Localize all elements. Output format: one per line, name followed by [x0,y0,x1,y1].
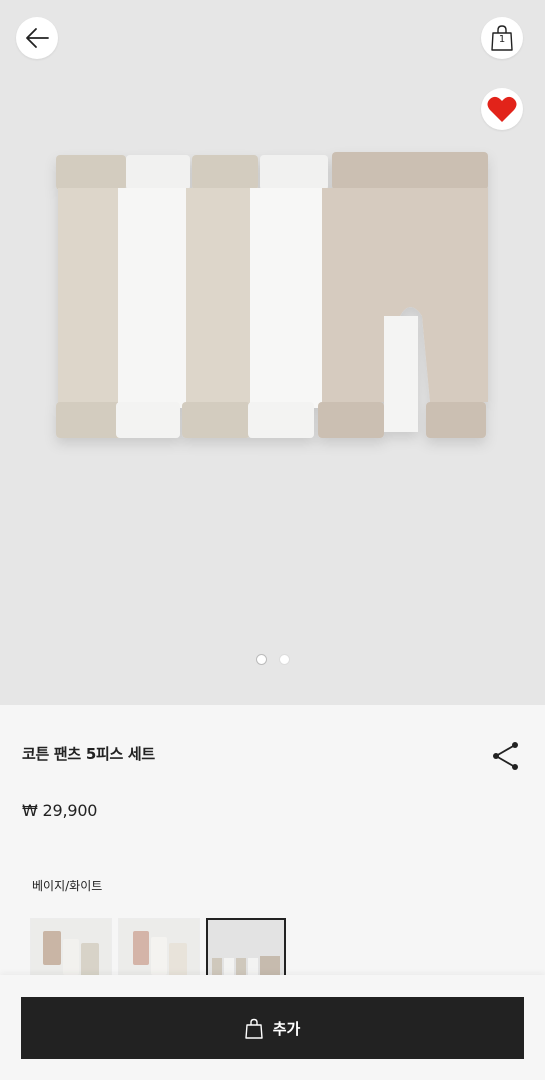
add-to-bag-button[interactable]: 추가 [21,997,524,1059]
shopping-bag-icon [244,1018,263,1039]
arrow-left-icon [26,28,49,48]
swatch-thumbnail [31,919,111,979]
color-swatches [30,918,286,980]
product-title: 코튼 팬츠 5피스 세트 [22,745,155,763]
swatch-beige-pink-white[interactable] [30,918,112,980]
swatch-thumbnail [119,919,199,979]
swatch-pink-white[interactable] [118,918,200,980]
swatch-thumbnail [208,920,284,978]
product-image-carousel[interactable]: 1 [0,0,545,705]
share-icon [493,742,518,770]
share-button[interactable] [488,739,524,773]
bottom-action-bar: 추가 [0,975,545,1080]
add-to-bag-label: 추가 [272,1019,301,1038]
carousel-dot[interactable] [255,654,267,665]
shopping-bag-button[interactable]: 1 [481,17,523,59]
favorite-button[interactable] [481,88,523,130]
carousel-pagination [0,654,545,665]
product-price: ₩ 29,900 [22,801,98,820]
swatch-beige-white[interactable] [206,918,286,980]
selected-color-name: 베이지/화이트 [32,879,103,893]
product-photo [56,152,488,438]
carousel-dot[interactable] [278,654,290,665]
back-button[interactable] [16,17,58,59]
bag-count-badge: 1 [498,34,506,45]
heart-filled-icon [487,96,517,122]
